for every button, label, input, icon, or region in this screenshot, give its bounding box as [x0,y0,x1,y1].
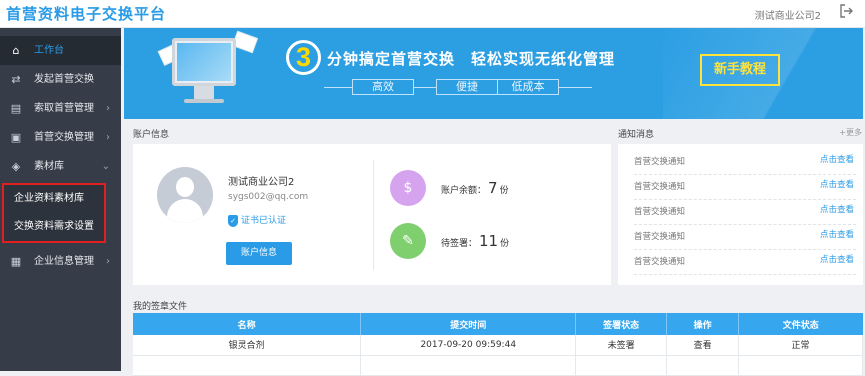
view-link[interactable] [666,355,740,376]
pending-label: 待签署： [441,239,478,249]
sidebar-item-label: 企业信息管理 [34,256,94,267]
balance-stat: 账户余额： 7 份 [441,179,509,197]
cell-name: 银灵合剂 [133,335,362,356]
column-header: 名称 [133,313,362,335]
balance-label: 账户余额： [441,186,487,196]
column-header: 文件状态 [738,313,863,335]
sidebar-item-company-info[interactable]: ▦ 企业信息管理 › [0,247,121,276]
sidebar-item-label: 工作台 [34,45,64,56]
app-title: 首营资料电子交换平台 [6,5,167,23]
sidebar-item-materials[interactable]: ◈ 素材库 ⌄ [0,152,121,181]
list-item: 首营交换通知 点击查看 [634,250,856,275]
balance-unit: 份 [499,186,509,196]
sidebar-item-exchange-management[interactable]: ▣ 首营交换管理 › [0,123,121,152]
money-bag-icon: $ [390,170,426,206]
logout-icon[interactable] [837,4,855,22]
documents-section-title: 我的签章文件 [133,302,188,312]
pending-unit: 份 [500,239,510,249]
sidebar-item-initiate-exchange[interactable]: ⇄ 发起首营交换 [0,65,121,94]
notice-text: 首营交换通知 [634,182,686,192]
avatar [157,167,213,223]
promo-banner[interactable]: 3 分钟搞定首营交换 轻松实现无纸化管理 高效 便捷 低成本 新手教程 [124,28,863,119]
column-header: 签署状态 [575,313,668,335]
account-email: sygs002@qq.com [228,192,309,202]
list-item: 首营交换通知 点击查看 [634,200,856,225]
banner-tag: 低成本 [497,79,559,95]
view-link[interactable]: 查看 [666,335,740,356]
notice-section-title: 通知消息 [618,130,655,140]
list-item: 首营交换通知 点击查看 [634,225,856,250]
column-header: 提交时间 [360,313,577,335]
submenu-item-company-materials[interactable]: 企业资料素材库 [4,185,104,213]
shield-check-icon: ✓ [228,214,238,227]
clipboard-icon: ▣ [10,131,22,144]
sidebar-item-request-management[interactable]: ▤ 索取首营管理 › [0,94,121,123]
building-icon: ▦ [10,255,22,268]
pending-value: 11 [479,232,499,250]
sidebar: ⌂ 工作台 ⇄ 发起首营交换 ▤ 索取首营管理 › ▣ 首营交换管理 › ◈ 素… [0,28,121,371]
company-name[interactable]: 测试商业公司2 [755,7,821,22]
cert-status-label: 证书已认证 [241,216,287,226]
chevron-right-icon: › [106,256,110,267]
cell-name [133,355,362,376]
monitor-base [184,99,224,103]
column-header: 操作 [666,313,740,335]
sidebar-item-label: 索取首营管理 [34,103,94,114]
cert-status: ✓ 证书已认证 [228,213,286,227]
banner-number: 3 [286,40,321,75]
chevron-right-icon: › [106,103,110,114]
cell-time [360,355,577,376]
more-link[interactable]: +更多 [839,127,862,138]
banner-title: 分钟搞定首营交换 轻松实现无纸化管理 [327,50,616,68]
cell-file-status: 正常 [738,335,863,356]
top-bar: 首营资料电子交换平台 测试商业公司2 [0,0,865,28]
balance-value: 7 [488,179,498,197]
monitor-image [172,38,236,86]
notice-text: 首营交换通知 [634,232,686,242]
sign-document-icon: ✎ [390,223,426,259]
notice-view-link[interactable]: 点击查看 [820,228,854,240]
documents-table: 名称 提交时间 签署状态 操作 文件状态 银灵合剂 2017-09-20 09:… [133,313,863,376]
cell-sign-status: 未签署 [575,335,668,356]
submenu-item-exchange-requirements[interactable]: 交换资料需求设置 [4,213,104,241]
sidebar-item-label: 素材库 [34,161,64,172]
tutorial-button[interactable]: 新手教程 [700,54,780,86]
chevron-down-icon: ⌄ [101,161,110,172]
account-section-title: 账户信息 [133,130,170,140]
divider [373,160,374,270]
banner-tag: 高效 [352,79,414,95]
chevron-right-icon: › [106,132,110,143]
notice-card: 首营交换通知 点击查看 首营交换通知 点击查看 首营交换通知 点击查看 首营交换… [618,144,863,285]
notice-text: 首营交换通知 [634,157,686,167]
notice-view-link[interactable]: 点击查看 [820,253,854,265]
notice-view-link[interactable]: 点击查看 [820,153,854,165]
home-icon: ⌂ [12,44,20,57]
notice-text: 首营交换通知 [634,207,686,217]
account-name: 测试商业公司2 [228,177,295,188]
pending-stat[interactable]: 待签署： 11 份 [441,232,509,250]
exchange-icon: ⇄ [11,73,21,86]
materials-submenu: 企业资料素材库 交换资料需求设置 [2,183,106,243]
table-row[interactable] [133,355,863,376]
sidebar-item-label: 发起首营交换 [34,74,94,85]
monitor-stand [194,86,214,100]
request-icon: ▤ [10,102,22,115]
notice-text: 首营交换通知 [634,257,686,267]
table-header-row: 名称 提交时间 签署状态 操作 文件状态 [133,313,863,335]
banner-tag: 便捷 [436,79,498,95]
layers-icon: ◈ [11,160,21,173]
table-row[interactable]: 银灵合剂 2017-09-20 09:59:44 未签署 查看 正常 [133,335,863,356]
sidebar-item-dashboard[interactable]: ⌂ 工作台 [0,36,121,65]
cell-time: 2017-09-20 09:59:44 [360,335,577,356]
notice-view-link[interactable]: 点击查看 [820,178,854,190]
account-info-button[interactable]: 账户信息 [226,242,292,265]
cell-file-status [738,355,863,376]
cell-sign-status [575,355,668,376]
sidebar-item-label: 首营交换管理 [34,132,94,143]
list-item: 首营交换通知 点击查看 [634,175,856,200]
notice-view-link[interactable]: 点击查看 [820,203,854,215]
list-item: 首营交换通知 点击查看 [634,150,856,175]
account-card: 测试商业公司2 sygs002@qq.com ✓ 证书已认证 账户信息 $ 账户余… [133,144,611,285]
main-content: 3 分钟搞定首营交换 轻松实现无纸化管理 高效 便捷 低成本 新手教程 账户信息… [121,28,865,376]
